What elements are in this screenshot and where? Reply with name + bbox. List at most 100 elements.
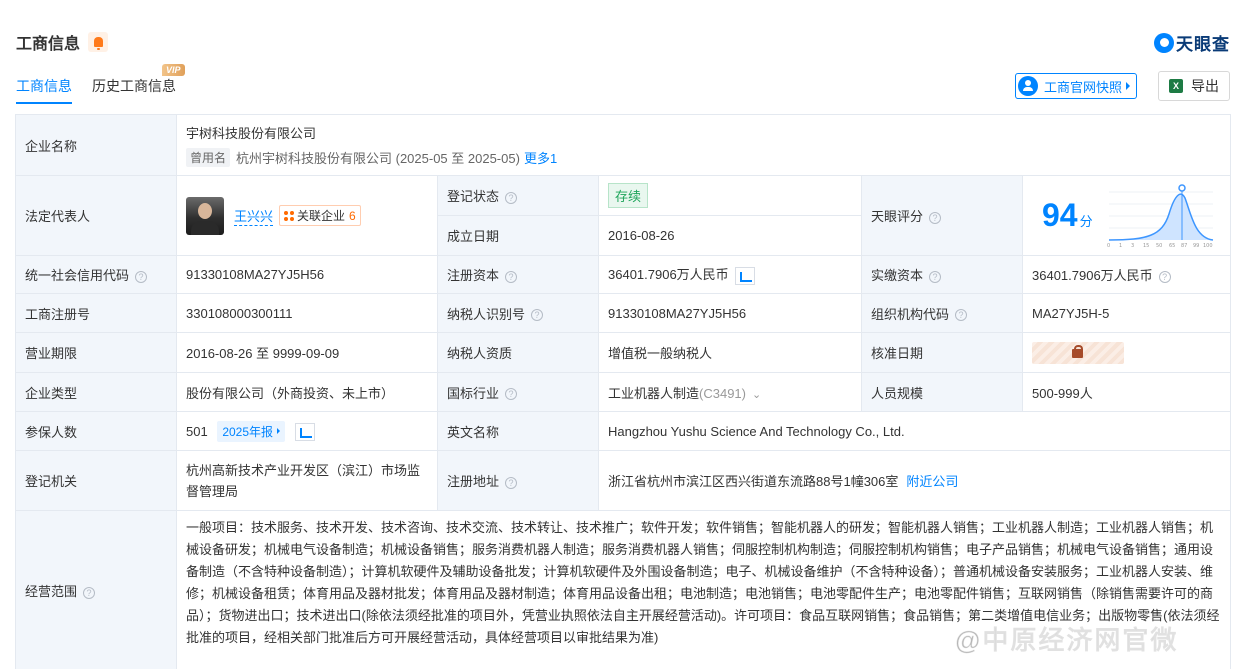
company-type-value: 股份有限公司（外商投资、未上市） [176,372,438,412]
help-icon[interactable]: ? [929,211,942,224]
tianyancha-logo-icon [1154,32,1174,53]
tab-history-business-info[interactable]: 历史工商信息 VIP [92,64,185,104]
tick-label: 3 [1131,243,1134,248]
reg-status-cell: 存续 [598,175,862,216]
english-name-label: 英文名称 [437,411,599,451]
help-icon[interactable]: ? [505,476,518,489]
legal-rep-label: 法定代表人 [15,175,177,256]
trend-chart-icon[interactable] [734,266,755,285]
taxpayer-id-label: 纳税人识别号? [437,293,599,333]
legal-rep-name-link[interactable]: 王兴兴 [234,206,274,226]
assoc-label: 关联企业 [297,209,346,223]
reg-no-label: 工商注册号 [15,293,177,333]
trend-chart-icon[interactable] [294,423,315,442]
founded-value: 2016-08-26 [598,215,862,256]
export-label: 导出 [1191,78,1219,94]
locked-lock-icon[interactable] [1032,341,1124,364]
assoc-count: 6 [349,208,356,223]
scope-label: 经营范围? [15,510,177,669]
chevron-down-icon[interactable]: ⌄ [752,389,761,401]
brand-logo[interactable]: 天眼查 [1154,30,1230,55]
help-icon[interactable]: ? [505,191,518,204]
section-header: 工商信息 [16,30,109,54]
reg-no-value: 330108000300111 [176,293,438,333]
tab-business-info[interactable]: 工商信息 [16,76,72,104]
help-icon[interactable]: ? [929,270,942,283]
legal-rep-cell: 王兴兴 关联企业 6 [176,175,438,256]
insured-label: 参保人数 [15,411,177,451]
taxpayer-id-value: 91330108MA27YJ5H56 [598,293,862,333]
address-cell: 浙江省杭州市滨江区西兴街道东流路88号1幢306室 附近公司 [597,450,1232,511]
insured-value: 501 [186,423,208,439]
help-icon[interactable]: ? [1158,270,1171,283]
reg-capital-cell: 36401.7906万人民币 [598,255,862,294]
approve-date-cell [1021,332,1232,373]
industry-value: 工业机器人制造 [608,385,700,401]
table-row: 登记机关 杭州高新技术产业开发区（滨江）市场监督管理局 注册地址? 浙江省杭州市… [15,450,1232,511]
tianyan-score-label: 天眼评分? [861,175,1023,256]
official-snapshot-button[interactable]: 工商官网快照 [1015,73,1138,99]
table-row: 企业类型 股份有限公司（外商投资、未上市） 国标行业? 工业机器人制造(C349… [15,372,1232,412]
business-info-table: 企业名称 宇树科技股份有限公司 曾用名 杭州宇树科技股份有限公司 (2025-0… [15,114,1232,669]
tab-bar: 工商信息 历史工商信息 VIP [16,64,196,104]
founded-label: 成立日期 [437,215,599,256]
score-distribution-chart: 0 1 3 15 50 65 87 99 100 [1107,183,1213,248]
help-icon[interactable]: ? [83,586,96,599]
company-type-label: 企业类型 [15,372,177,412]
former-name: 杭州宇树科技股份有限公司 (2025-05 至 2025-05) [236,151,520,166]
insured-cell: 501 2025年报 [176,411,438,451]
avatar[interactable] [186,196,224,235]
section-title: 工商信息 [16,36,81,53]
help-icon[interactable]: ? [505,388,518,401]
tick-label: 87 [1181,243,1187,248]
tianyan-score-cell[interactable]: 94 分 0 1 3 15 50 65 87 99 100 [1021,175,1232,256]
table-row: 营业期限 2016-08-26 至 9999-09-09 纳税人资质 增值税一般… [15,332,1232,373]
industry-cell[interactable]: 工业机器人制造(C3491) ⌄ [598,372,862,412]
term-label: 营业期限 [15,332,177,373]
table-row: 统一社会信用代码? 91330108MA27YJ5H56 注册资本? 36401… [15,255,1232,294]
paid-capital-cell: 36401.7906万人民币? [1021,255,1232,294]
tianyan-score-value: 94 [1042,197,1078,233]
excel-icon: X [1169,79,1183,93]
bell-icon[interactable] [88,32,109,52]
staff-value: 500-999人 [1021,372,1232,412]
help-icon[interactable]: ? [135,270,148,283]
credit-code-label: 统一社会信用代码? [15,255,177,294]
credit-code-value: 91330108MA27YJ5H56 [176,255,438,294]
table-row: 法定代表人 王兴兴 关联企业 6 登记状态? 存续 天眼评分? 94 分 0 1… [15,175,1232,256]
approve-date-label: 核准日期 [861,332,1023,373]
former-name-more-link[interactable]: 更多1 [524,148,557,167]
table-row: 工商注册号 330108000300111 纳税人识别号? 91330108MA… [15,293,1232,333]
table-row: 参保人数 501 2025年报 英文名称 Hangzhou Yushu Scie… [15,411,1232,451]
nearby-companies-link[interactable]: 附近公司 [906,474,958,489]
tick-label: 50 [1156,243,1162,248]
paid-capital-value: 36401.7906万人民币 [1032,268,1153,283]
industry-code: (C3491) [699,385,746,401]
tianyan-score-unit: 分 [1079,214,1093,229]
address-label: 注册地址? [437,450,599,511]
caret-right-icon [277,428,281,434]
tick-label: 0 [1107,243,1110,248]
export-button[interactable]: X 导出 [1158,71,1230,101]
staff-label: 人员规模 [861,372,1023,412]
authority-value: 杭州高新技术产业开发区（滨江）市场监督管理局 [176,450,438,511]
tick-label: 99 [1193,243,1199,248]
former-name-row: 曾用名 杭州宇树科技股份有限公司 (2025-05 至 2025-05) 更多1 [186,148,1221,167]
help-icon[interactable]: ? [531,309,544,322]
company-name: 宇树科技股份有限公司 [186,126,317,141]
reg-capital-value: 36401.7906万人民币 [608,267,729,283]
help-icon[interactable]: ? [505,270,518,283]
help-icon[interactable]: ? [955,309,968,322]
snapshot-label: 工商官网快照 [1044,79,1123,95]
tick-label: 1 [1119,243,1122,248]
table-row: 企业名称 宇树科技股份有限公司 曾用名 杭州宇树科技股份有限公司 (2025-0… [15,114,1232,176]
annual-report-button[interactable]: 2025年报 [217,420,286,442]
industry-label: 国标行业? [437,372,599,412]
status-badge: 存续 [608,183,649,208]
associated-companies-button[interactable]: 关联企业 6 [279,205,361,226]
caret-right-icon [1126,82,1131,90]
user-badge-icon [1018,76,1038,96]
english-name-value: Hangzhou Yushu Science And Technology Co… [597,411,1232,451]
tick-label: 65 [1169,243,1175,248]
brand-name: 天眼查 [1176,35,1230,54]
